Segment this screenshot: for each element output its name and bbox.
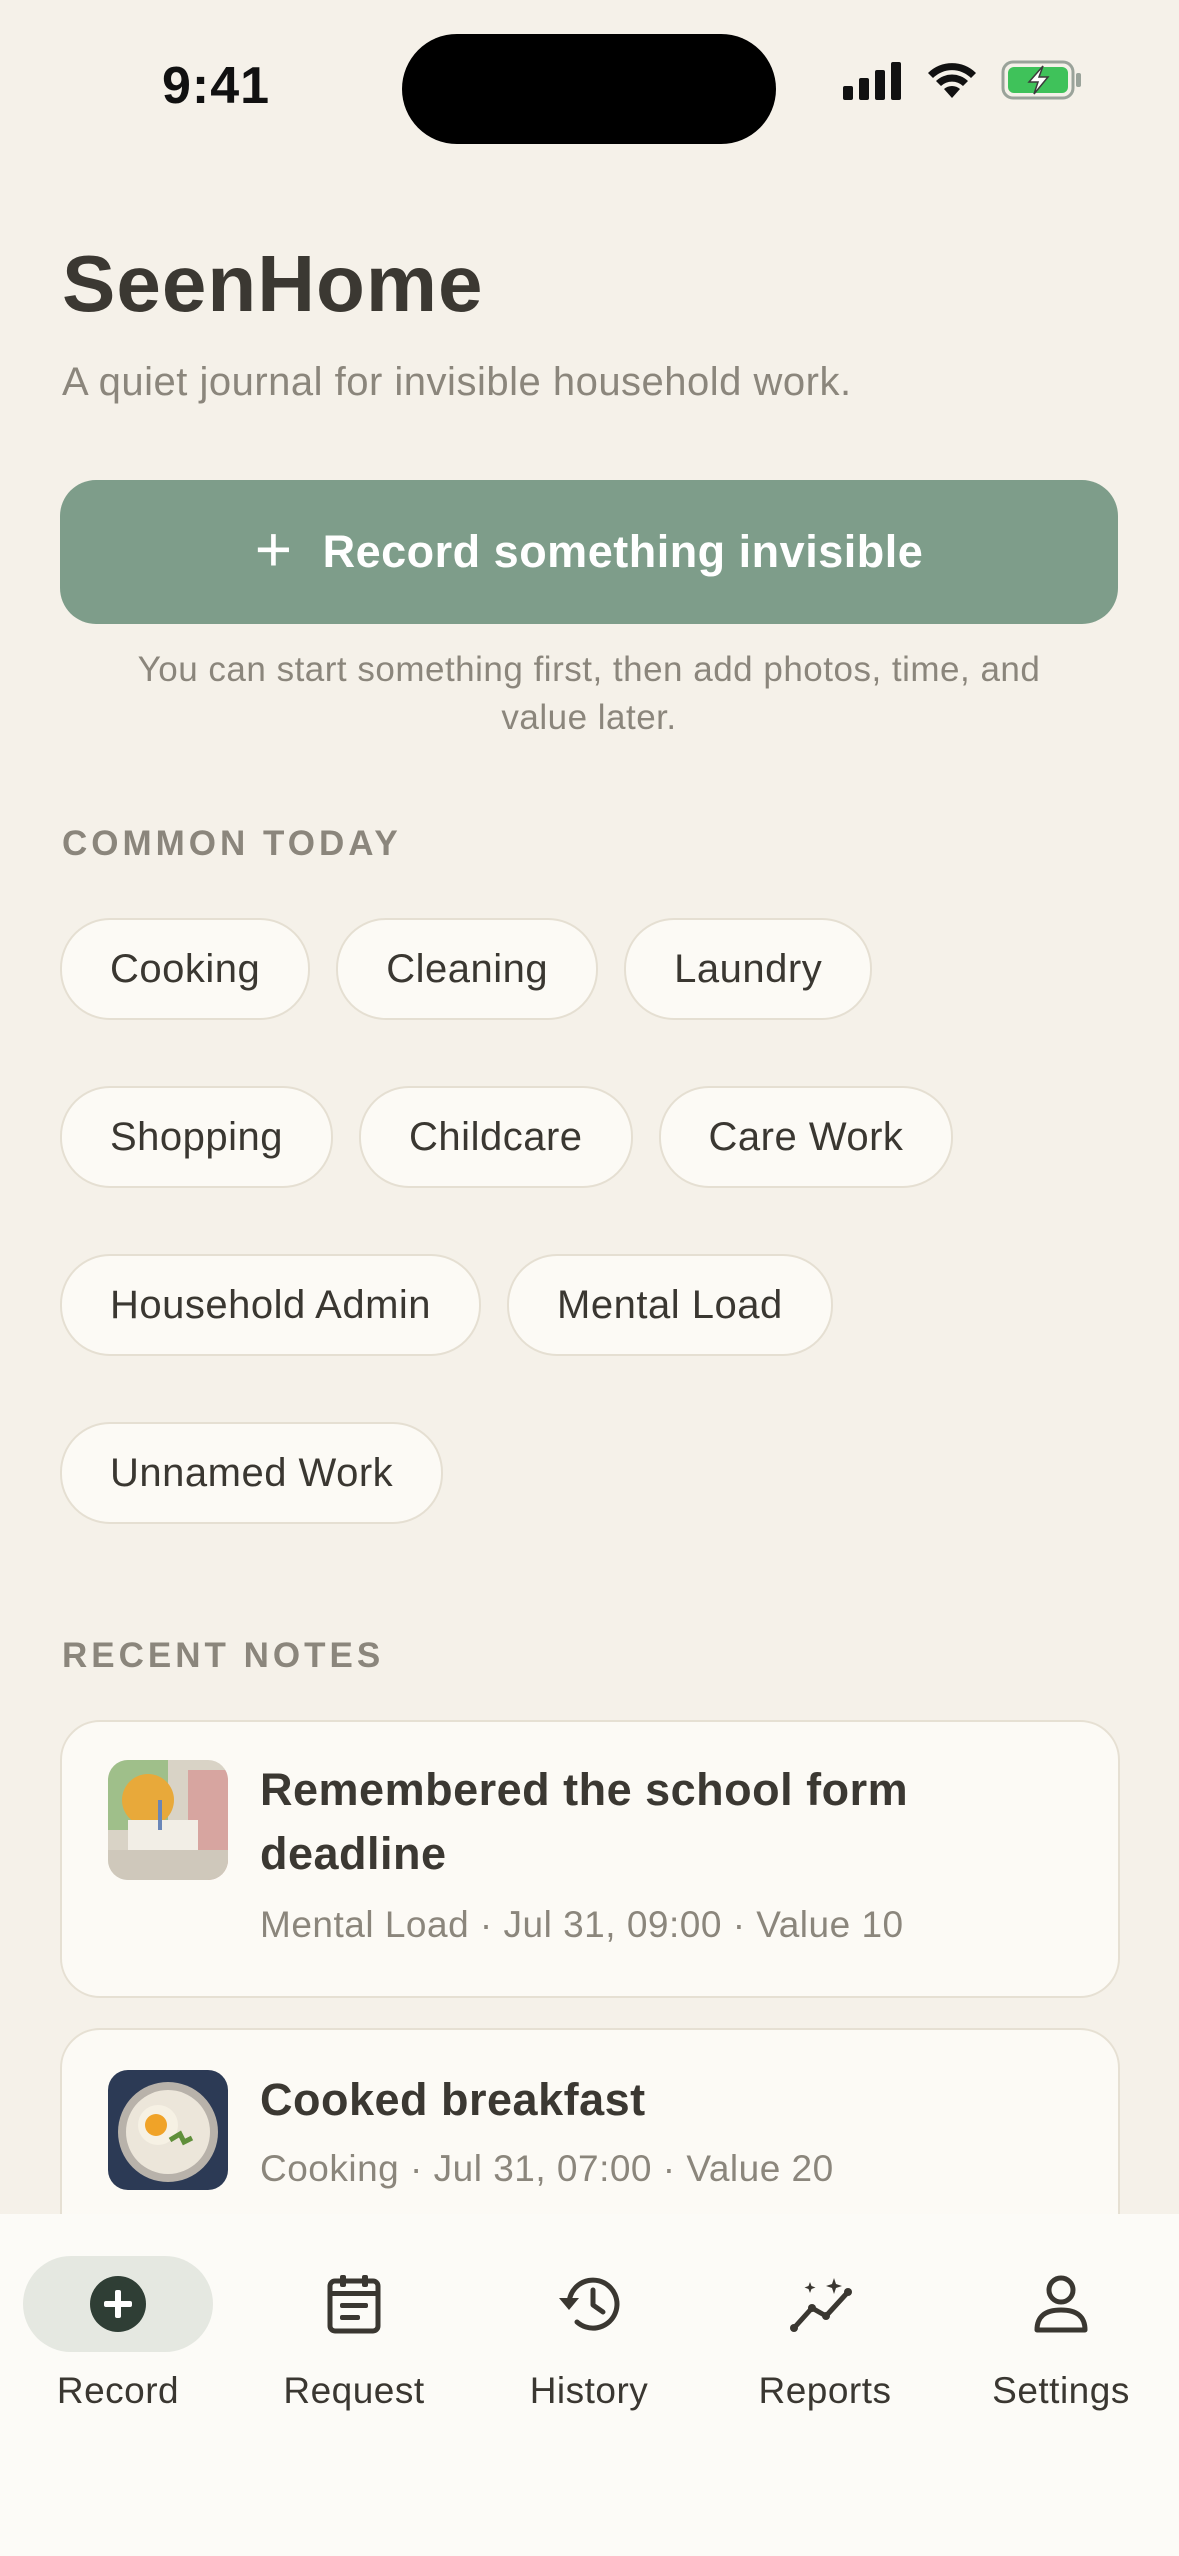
- chip-mental-load[interactable]: Mental Load: [507, 1254, 833, 1356]
- tab-history[interactable]: History: [471, 2214, 707, 2434]
- note-meta: Cooking · Jul 31, 07:00 · Value 20: [260, 2148, 834, 2189]
- chip-row: Unnamed Work: [60, 1422, 1120, 1524]
- tab-record-highlight: [23, 2256, 213, 2352]
- chip-shopping[interactable]: Shopping: [60, 1086, 334, 1188]
- battery-charging-icon: [1001, 60, 1081, 100]
- chip-row: Cooking Cleaning Laundry: [60, 918, 1120, 1020]
- note-title: Remembered the school form deadline: [260, 1758, 908, 1886]
- tab-settings[interactable]: Settings: [943, 2214, 1179, 2434]
- tab-record[interactable]: Record: [0, 2214, 236, 2434]
- record-something-button[interactable]: + Record something invisible: [60, 480, 1118, 624]
- chip-care-work[interactable]: Care Work: [658, 1086, 954, 1188]
- plus-icon: +: [254, 513, 293, 585]
- app-subtitle: A quiet journal for invisible household …: [62, 360, 852, 404]
- note-title-line-2: deadline: [260, 1828, 447, 1879]
- tab-bar: Record Request History Reports Settings: [0, 2214, 1179, 2556]
- note-title: Cooked breakfast: [260, 2074, 646, 2125]
- tab-settings-icon-wrap: [966, 2256, 1156, 2352]
- chip-row: Household Admin Mental Load: [60, 1254, 1120, 1356]
- hint-line-1: You can start something first, then add …: [137, 650, 1041, 689]
- history-icon: [559, 2277, 620, 2331]
- tab-label: Settings: [992, 2370, 1130, 2411]
- note-card[interactable]: Remembered the school form deadline Ment…: [60, 1720, 1120, 1998]
- clipboard-icon: [327, 2275, 381, 2334]
- recent-notes-heading: RECENT NOTES: [62, 1636, 385, 1675]
- chip-household-admin[interactable]: Household Admin: [60, 1254, 482, 1356]
- category-chips: Cooking Cleaning Laundry Shopping Childc…: [60, 918, 1120, 1590]
- chip-laundry[interactable]: Laundry: [624, 918, 873, 1020]
- common-today-heading: COMMON TODAY: [62, 824, 402, 863]
- tab-label: Record: [56, 2370, 180, 2411]
- cellular-signal-icon: [843, 62, 901, 100]
- wifi-icon: [928, 63, 976, 98]
- tab-reports[interactable]: Reports: [707, 2214, 943, 2434]
- hint-line-2: value later.: [501, 698, 677, 737]
- plus-circle-icon: [90, 2276, 146, 2332]
- tab-request[interactable]: Request: [236, 2214, 472, 2434]
- chip-row: Shopping Childcare Care Work: [60, 1086, 1120, 1188]
- dynamic-island: [402, 34, 776, 144]
- tab-label: History: [529, 2370, 649, 2411]
- chip-cleaning[interactable]: Cleaning: [336, 918, 599, 1020]
- chip-cooking[interactable]: Cooking: [60, 918, 311, 1020]
- chip-childcare[interactable]: Childcare: [359, 1086, 633, 1188]
- record-hint: You can start something first, then add …: [60, 646, 1118, 742]
- tab-label: Request: [283, 2370, 425, 2411]
- status-time: 9:41: [162, 57, 271, 115]
- note-meta: Mental Load · Jul 31, 09:00 · Value 10: [260, 1904, 904, 1945]
- record-button-label: Record something invisible: [322, 526, 924, 577]
- chip-unnamed-work[interactable]: Unnamed Work: [60, 1422, 444, 1524]
- status-icons: [843, 60, 1083, 100]
- tab-request-icon-wrap: [259, 2256, 449, 2352]
- trend-sparkle-icon: [790, 2278, 852, 2332]
- note-thumbnail-school-form: [108, 1760, 228, 1880]
- person-icon: [1034, 2275, 1088, 2333]
- tab-history-icon-wrap: [494, 2256, 684, 2352]
- tab-label: Reports: [758, 2370, 892, 2411]
- note-thumbnail-breakfast: [108, 2070, 228, 2190]
- tab-reports-icon-wrap: [730, 2256, 920, 2352]
- note-title-line-1: Remembered the school form: [260, 1764, 909, 1815]
- app-title: SeenHome: [62, 239, 484, 328]
